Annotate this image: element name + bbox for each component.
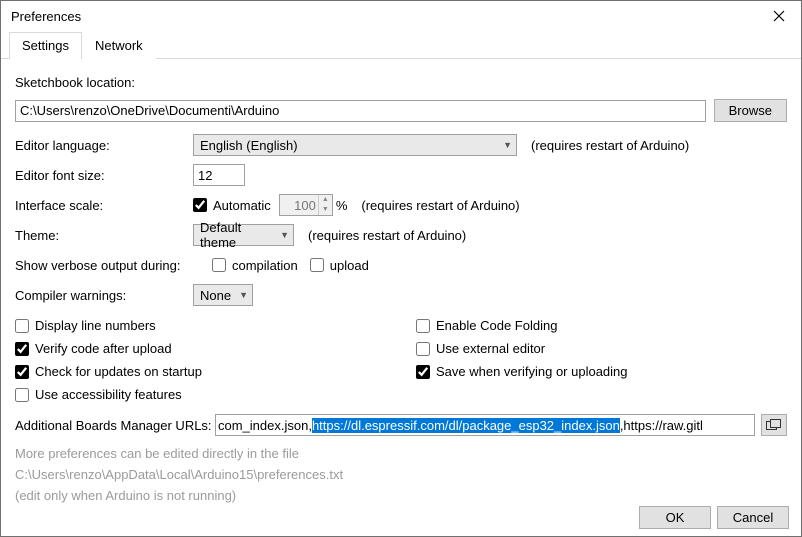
enable-code-folding-checkbox[interactable]: Enable Code Folding	[416, 318, 783, 333]
url-segment-selected: https://dl.espressif.com/dl/package_esp3…	[312, 418, 620, 433]
interface-scale-label: Interface scale:	[15, 198, 193, 213]
automatic-checkbox[interactable]: Automatic	[193, 198, 271, 213]
automatic-checkbox-label: Automatic	[213, 198, 271, 213]
accessibility-checkbox[interactable]: Use accessibility features	[15, 387, 382, 402]
chevron-down-icon: ▼	[280, 230, 289, 240]
verify-after-upload-checkbox[interactable]: Verify code after upload	[15, 341, 382, 356]
accessibility-input[interactable]	[15, 388, 29, 402]
verify-after-upload-label: Verify code after upload	[35, 341, 172, 356]
url-segment: ,https://raw.gitl	[620, 418, 703, 433]
theme-label: Theme:	[15, 228, 193, 243]
options-grid: Display line numbers Verify code after u…	[15, 318, 787, 410]
window-title: Preferences	[11, 9, 756, 24]
restart-hint: (requires restart of Arduino)	[361, 198, 519, 213]
dialog-footer: OK Cancel	[1, 498, 801, 536]
chevron-down-icon: ▼	[239, 290, 248, 300]
accessibility-label: Use accessibility features	[35, 387, 182, 402]
external-editor-input[interactable]	[416, 342, 430, 356]
automatic-checkbox-input[interactable]	[193, 198, 207, 212]
editor-font-size-label: Editor font size:	[15, 168, 193, 183]
editor-font-size-input[interactable]	[193, 164, 245, 186]
tab-bar: Settings Network	[1, 31, 801, 59]
check-updates-input[interactable]	[15, 365, 29, 379]
more-line: More preferences can be edited directly …	[15, 444, 787, 465]
external-editor-label: Use external editor	[436, 341, 545, 356]
enable-code-folding-label: Enable Code Folding	[436, 318, 557, 333]
compilation-checkbox[interactable]: compilation	[212, 258, 298, 273]
compilation-checkbox-label: compilation	[232, 258, 298, 273]
additional-urls-input[interactable]: com_index.json,https://dl.espressif.com/…	[215, 414, 755, 436]
sketchbook-location-label: Sketchbook location:	[15, 75, 135, 90]
tab-network[interactable]: Network	[82, 32, 156, 59]
editor-language-label: Editor language:	[15, 138, 193, 153]
browse-button[interactable]: Browse	[714, 99, 787, 122]
percent-label: %	[336, 198, 348, 213]
upload-checkbox-label: upload	[330, 258, 369, 273]
close-button[interactable]	[756, 1, 801, 31]
compiler-warnings-label: Compiler warnings:	[15, 288, 193, 303]
save-on-verify-label: Save when verifying or uploading	[436, 364, 628, 379]
editor-language-select[interactable]: English (English) ▼	[193, 134, 517, 156]
theme-value: Default theme	[200, 220, 280, 250]
editor-language-value: English (English)	[200, 138, 298, 153]
upload-checkbox-input[interactable]	[310, 258, 324, 272]
check-updates-label: Check for updates on startup	[35, 364, 202, 379]
enable-code-folding-input[interactable]	[416, 319, 430, 333]
spinner-icon: ▲▼	[318, 195, 332, 215]
interface-scale-value: 100	[280, 198, 318, 213]
compiler-warnings-select[interactable]: None ▼	[193, 284, 253, 306]
restart-hint: (requires restart of Arduino)	[308, 228, 466, 243]
url-segment: com_index.json,	[218, 418, 312, 433]
settings-panel: Sketchbook location: Browse Editor langu…	[1, 59, 801, 516]
compilation-checkbox-input[interactable]	[212, 258, 226, 272]
save-on-verify-input[interactable]	[416, 365, 430, 379]
preferences-file-path: C:\Users\renzo\AppData\Local\Arduino15\p…	[15, 465, 787, 486]
window-icon	[766, 419, 782, 431]
display-line-numbers-input[interactable]	[15, 319, 29, 333]
close-icon	[773, 10, 785, 22]
compiler-warnings-value: None	[200, 288, 231, 303]
cancel-button[interactable]: Cancel	[717, 506, 789, 529]
display-line-numbers-label: Display line numbers	[35, 318, 156, 333]
verbose-label: Show verbose output during:	[15, 258, 212, 273]
expand-urls-button[interactable]	[761, 414, 787, 436]
verify-after-upload-input[interactable]	[15, 342, 29, 356]
theme-select[interactable]: Default theme ▼	[193, 224, 294, 246]
restart-hint: (requires restart of Arduino)	[531, 138, 689, 153]
sketchbook-location-input[interactable]	[15, 100, 706, 122]
chevron-down-icon: ▼	[503, 140, 512, 150]
ok-button[interactable]: OK	[639, 506, 711, 529]
upload-checkbox[interactable]: upload	[310, 258, 369, 273]
tab-settings[interactable]: Settings	[9, 32, 82, 59]
titlebar: Preferences	[1, 1, 801, 31]
interface-scale-input: 100 ▲▼	[279, 194, 333, 216]
external-editor-checkbox[interactable]: Use external editor	[416, 341, 783, 356]
display-line-numbers-checkbox[interactable]: Display line numbers	[15, 318, 382, 333]
additional-urls-label: Additional Boards Manager URLs:	[15, 418, 215, 433]
save-on-verify-checkbox[interactable]: Save when verifying or uploading	[416, 364, 783, 379]
check-updates-checkbox[interactable]: Check for updates on startup	[15, 364, 382, 379]
